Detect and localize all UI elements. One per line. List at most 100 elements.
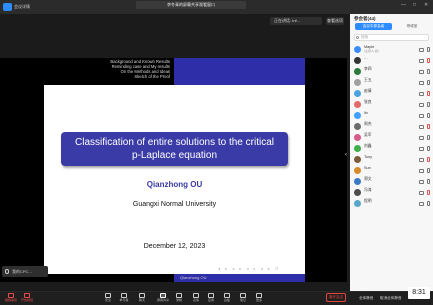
slide-nav-section: Background and Known Results Reminding c… [44,58,174,85]
toolbar-button-emoji[interactable]: 表情 [189,293,203,305]
avatar [354,78,361,86]
avatar [354,67,361,75]
participant-row[interactable]: lin [350,110,433,121]
window-title: 李冬青的屏幕共享观看窗口 [136,1,246,9]
mic-icon [427,47,430,52]
share-header-bar: 正在讲话: Inf... 查看选项 [0,14,350,28]
toolbar-button-more[interactable]: 更多 [252,293,266,305]
toolbar-button-label: 安全 [104,298,111,302]
mic-icon [427,135,430,140]
active-speaker-indicator: 正在讲话: Inf... [270,17,322,25]
mic-icon [427,179,430,184]
beamer-nav-controls: ◂ ▸ ◂ ▸ ◂ ▸ ◂ ▸ ↺ [218,266,281,271]
participant-name: 郑文 [364,177,372,181]
mic-icon [427,124,430,129]
participant-name: 程明 [364,199,372,203]
collapse-panel-icon[interactable]: ‹ [345,152,347,158]
minimize-icon[interactable]: — [401,2,406,8]
participant-name: 刘鑫 [364,144,372,148]
video-off-icon [419,146,424,151]
slide-title-box: Classification of entire solutions to th… [61,132,288,166]
slide-footer-label: Qianzhong OU [174,274,305,282]
video-off-icon [419,102,424,107]
participant-row[interactable]: 周杰 [350,121,433,132]
mic-icon [427,80,430,85]
leave-meeting-button[interactable]: 离开会议 [326,293,346,302]
maximize-icon[interactable]: □ [413,2,416,8]
self-video-thumbnail[interactable]: 我的CPC... [2,266,48,277]
mic-icon [427,58,430,63]
participant-row[interactable]: … [350,55,433,66]
slide-footer-left [44,274,174,282]
participant-row[interactable]: 郑文 [350,176,433,187]
mic-icon [427,113,430,118]
participant-row[interactable]: 程明 [350,198,433,209]
toolbar-button-video[interactable]: 开启视频 [20,293,34,305]
participant-row[interactable]: Maple (主持人,我) [350,44,433,55]
participant-name: Sun [364,166,371,170]
participant-row[interactable]: 李四 [350,66,433,77]
participant-row[interactable]: 吴军 [350,132,433,143]
avatar [354,166,361,174]
video-off-icon [419,190,424,195]
video-off-icon [419,179,424,184]
participant-name: Tony [364,155,373,159]
tab-in-meeting[interactable]: 会议中参会者 [355,23,392,30]
participant-row[interactable]: 张良 [350,99,433,110]
avatar [354,45,361,53]
unmute-all-button[interactable]: 取消全体静音 [380,294,402,302]
toolbar-button-label: 表情 [192,298,199,302]
view-options-button[interactable]: 查看选项 [326,17,344,25]
participant-row[interactable]: 赵倩 [350,88,433,99]
participant-row[interactable]: Tony [350,154,433,165]
tab-waiting-room[interactable]: 等候室 [396,23,428,30]
video-off-icon [419,80,424,85]
mic-icon [427,91,430,96]
toolbar-button-label: 屏幕共享 [156,298,169,302]
video-off-icon [419,91,424,96]
toolbar-button-record[interactable]: 录制 [172,293,186,305]
participant-row[interactable]: 冯涛 [350,187,433,198]
search-placeholder: 搜索 [361,35,369,39]
participant-name: 张良 [364,100,372,104]
video-off-icon [419,58,424,63]
participant-row[interactable]: 王五 [350,77,433,88]
video-off-icon [419,201,424,206]
meeting-info-button[interactable]: 会议详情 [14,4,30,10]
toolbar-button-chat[interactable]: 聊天 [135,293,149,305]
avatar [354,144,361,152]
slide-date: December 12, 2023 [143,243,206,250]
avatar [354,111,361,119]
video-off-icon [419,113,424,118]
toolbar-button-apps[interactable]: 应用 [204,293,218,305]
app-logo-icon [3,3,12,11]
avatar [354,155,361,163]
close-icon[interactable]: ✕ [424,2,428,8]
toolbar-button-participants[interactable]: 参与者 [117,293,131,305]
toolbar-button-label: 更多 [255,298,262,302]
toolbar-button-whiteboard[interactable]: 白板 [220,293,234,305]
toolbar-button-share[interactable]: 屏幕共享 [156,293,170,305]
toolbar-button-label: 开启视频 [20,298,33,302]
participant-row[interactable]: 刘鑫 [350,143,433,154]
avatar [354,122,361,130]
participant-search-input[interactable]: 搜索 [354,34,429,41]
participant-row[interactable]: Sun [350,165,433,176]
participant-name: 吴军 [364,133,372,137]
avatar [354,177,361,185]
avatar [354,199,361,207]
video-off-icon [419,47,424,52]
participant-list: Maple (主持人,我)… 李四 王五赵倩 张良 lin 周杰 吴军刘鑫 Tony Sun 郑文冯… [350,44,433,209]
toolbar-button-label: 解除静音 [4,298,17,302]
toolbar-button-shield[interactable]: 安全 [101,293,115,305]
participant-name: 王五 [364,78,372,82]
toolbar-button-label: 白板 [223,298,230,302]
toolbar-button-mic[interactable]: 解除静音 [4,293,18,305]
mic-icon [427,168,430,173]
toolbar-button-notes[interactable]: 笔记 [236,293,250,305]
toolbar-button-label: 聊天 [138,298,145,302]
mute-all-button[interactable]: 全体静音 [359,294,373,302]
shared-screen-stage: Background and Known Results Reminding c… [0,28,350,291]
mic-icon [427,157,430,162]
mic-icon [427,190,430,195]
